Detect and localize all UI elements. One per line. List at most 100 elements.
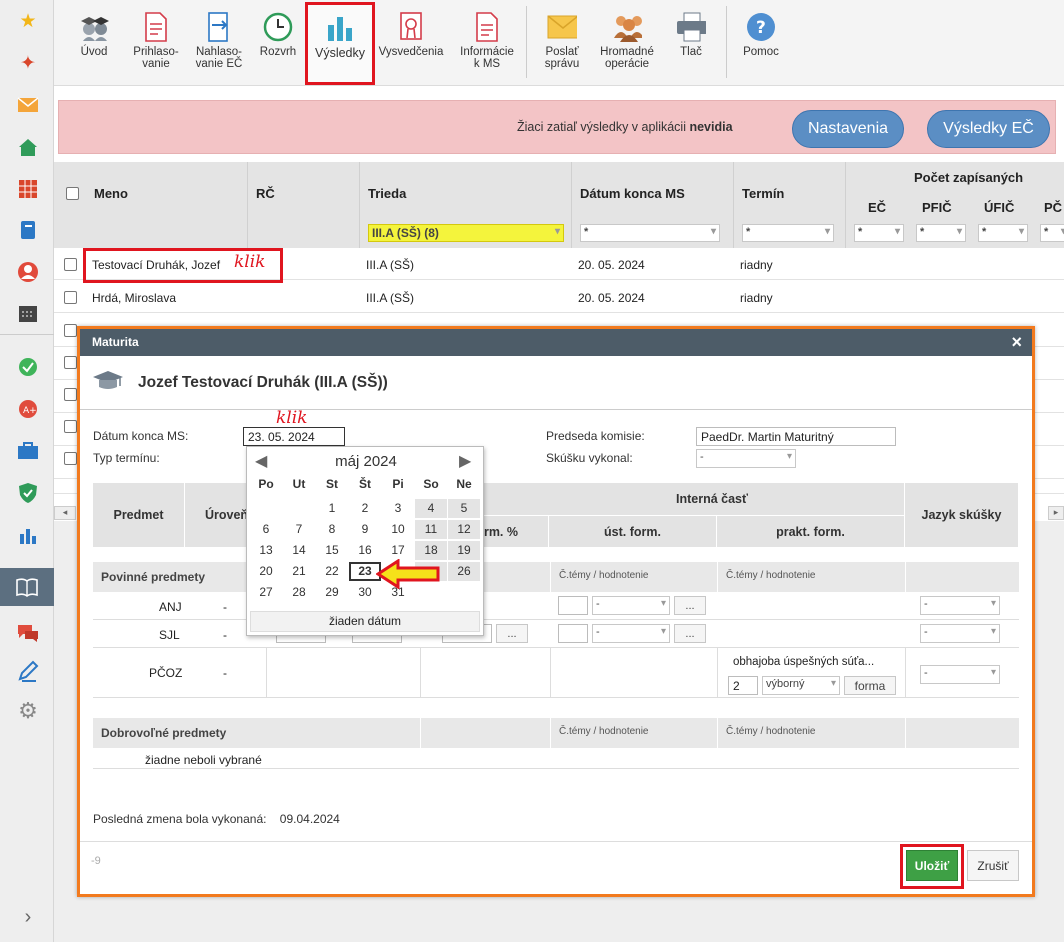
calendar-day[interactable]: 9 xyxy=(349,520,381,539)
oral-more-button[interactable]: ... xyxy=(674,624,706,643)
chat-icon[interactable] xyxy=(15,620,41,646)
row-checkbox[interactable] xyxy=(64,324,77,337)
results-ec-button[interactable]: Výsledky EČ xyxy=(927,110,1050,148)
row-checkbox[interactable] xyxy=(64,388,77,401)
calendar-day[interactable]: 28 xyxy=(283,583,315,602)
toolbar-prihlasovanie[interactable]: Prihlaso- vanie xyxy=(126,6,186,80)
calendar-day[interactable]: 17 xyxy=(382,541,414,560)
shield-icon[interactable] xyxy=(15,480,41,506)
table-row[interactable]: Hrdá, Miroslava III.A (SŠ) 20. 05. 2024 … xyxy=(54,281,1064,313)
oral-theme-input[interactable] xyxy=(558,596,588,615)
term-filter[interactable]: * xyxy=(742,224,834,242)
chair-input[interactable]: PaedDr. Martin Maturitný xyxy=(696,427,896,446)
chevron-right-icon[interactable]: › xyxy=(15,904,41,930)
class-filter[interactable]: III.A (SŠ) (8) xyxy=(368,224,564,242)
sidebar-item-maturita-active[interactable] xyxy=(0,568,54,606)
calendar-day[interactable]: 11 xyxy=(415,520,447,539)
ufic-filter[interactable]: * xyxy=(978,224,1028,242)
row-checkbox[interactable] xyxy=(64,291,77,304)
toolbar-nahlasovanie[interactable]: Nahlaso- vanie EČ xyxy=(188,6,250,80)
oral-grade-select[interactable]: - xyxy=(592,596,670,615)
cancel-button[interactable]: Zrušiť xyxy=(967,850,1019,881)
pfic-filter[interactable]: * xyxy=(916,224,966,242)
calendar-day[interactable]: 5 xyxy=(448,499,480,518)
calendar-day[interactable]: 8 xyxy=(316,520,348,539)
toolbar-informacie[interactable]: Informácie k MS xyxy=(454,6,520,80)
toolbar-hromadne-operacie[interactable]: Hromadné operácie xyxy=(594,6,660,80)
mail-icon[interactable] xyxy=(15,92,41,118)
toolbar-poslat-spravu[interactable]: Poslať správu xyxy=(534,6,590,80)
pc-filter[interactable]: * xyxy=(1040,224,1064,242)
toolbar-pomoc[interactable]: ? Pomoc xyxy=(734,6,788,80)
check-circle-icon[interactable] xyxy=(15,354,41,380)
row-checkbox[interactable] xyxy=(64,356,77,369)
toolbar-tlac[interactable]: Tlač xyxy=(666,6,716,80)
calendar-day[interactable]: 3 xyxy=(382,499,414,518)
save-button[interactable]: Uložiť xyxy=(906,850,958,881)
book-icon[interactable] xyxy=(15,217,41,243)
forma-button[interactable]: forma xyxy=(844,676,896,695)
calendar-day[interactable]: 6 xyxy=(250,520,282,539)
table-row[interactable]: Testovací Druhák, Jozef klik III.A (SŠ) … xyxy=(54,248,1064,283)
timetable-icon[interactable] xyxy=(15,176,41,202)
form-more-button[interactable]: ... xyxy=(496,624,528,643)
calendar-day[interactable]: 27 xyxy=(250,583,282,602)
row-checkbox[interactable] xyxy=(64,420,77,433)
calendar-day[interactable]: 12 xyxy=(448,520,480,539)
calendar-day[interactable]: 2 xyxy=(349,499,381,518)
grade-icon[interactable]: A+ xyxy=(15,396,41,422)
calendar-day[interactable]: 10 xyxy=(382,520,414,539)
calendar-day[interactable]: 7 xyxy=(283,520,315,539)
row-checkbox[interactable] xyxy=(64,452,77,465)
calendar-day[interactable]: 14 xyxy=(283,541,315,560)
gear-icon[interactable]: ⚙ xyxy=(15,698,41,724)
toolbar-uvod[interactable]: Úvod xyxy=(66,6,122,80)
pen-icon[interactable] xyxy=(15,658,41,684)
language-select[interactable]: - xyxy=(920,624,1000,643)
calendar-day[interactable]: 20 xyxy=(250,562,282,581)
calendar-day[interactable]: 13 xyxy=(250,541,282,560)
home-icon[interactable] xyxy=(15,134,41,160)
select-all-checkbox[interactable] xyxy=(66,187,79,200)
toolbar-vysvedcenia[interactable]: Vysvedčenia xyxy=(376,6,446,80)
calendar-day[interactable]: 21 xyxy=(283,562,315,581)
language-select[interactable]: - xyxy=(920,665,1000,684)
exam-select[interactable]: - xyxy=(696,449,796,468)
briefcase-icon[interactable] xyxy=(15,438,41,464)
settings-button[interactable]: Nastavenia xyxy=(792,110,904,148)
close-icon[interactable]: × xyxy=(1011,332,1022,353)
calendar-day[interactable]: 26 xyxy=(448,562,480,581)
calendar-day[interactable]: 1 xyxy=(316,499,348,518)
magic-wand-icon[interactable]: ✦ xyxy=(15,50,41,76)
user-icon[interactable] xyxy=(15,259,41,285)
oral-theme-input[interactable] xyxy=(558,624,588,643)
next-month-icon[interactable]: ▶ xyxy=(459,451,471,471)
calendar-icon[interactable] xyxy=(15,300,41,326)
bar-chart-icon[interactable] xyxy=(15,522,41,548)
star-icon[interactable]: ★ xyxy=(15,8,41,34)
oral-grade-select[interactable]: - xyxy=(592,624,670,643)
calendar-day[interactable]: 16 xyxy=(349,541,381,560)
end-date-filter[interactable]: * xyxy=(580,224,720,242)
student-name-link[interactable]: Testovací Druhák, Jozef xyxy=(92,258,220,272)
end-date-input[interactable]: 23. 05. 2024 xyxy=(243,427,345,446)
language-select[interactable]: - xyxy=(920,596,1000,615)
calendar-day[interactable]: 15 xyxy=(316,541,348,560)
no-date-button[interactable]: žiaden dátum xyxy=(250,611,480,632)
toolbar-rozvrh[interactable]: Rozvrh xyxy=(254,6,302,80)
oral-more-button[interactable]: ... xyxy=(674,596,706,615)
toolbar-vysledky[interactable]: Výsledky xyxy=(305,2,375,85)
calendar-day[interactable]: 29 xyxy=(316,583,348,602)
ec-filter[interactable]: * xyxy=(854,224,904,242)
practical-number-input[interactable]: 2 xyxy=(728,676,758,695)
student-name-link[interactable]: Hrdá, Miroslava xyxy=(92,291,176,305)
calendar-day[interactable]: 4 xyxy=(415,499,447,518)
practical-grade-select[interactable]: výborný xyxy=(762,676,840,695)
calendar-day[interactable]: 22 xyxy=(316,562,348,581)
row-checkbox[interactable] xyxy=(64,258,77,271)
chair-label: Predseda komisie: xyxy=(546,429,645,443)
calendar-day[interactable]: 19 xyxy=(448,541,480,560)
scroll-left-button[interactable]: ◂ xyxy=(54,506,76,520)
scroll-right-button[interactable]: ▸ xyxy=(1048,506,1064,520)
calendar-day[interactable]: 18 xyxy=(415,541,447,560)
